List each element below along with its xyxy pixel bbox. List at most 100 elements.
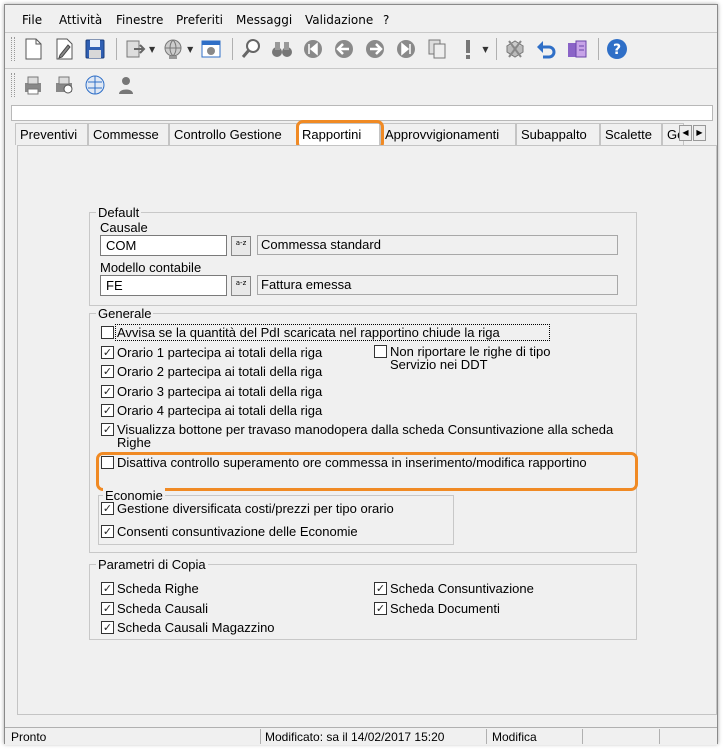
consenti-economie-label: Consenti consuntivazione delle Economie [117,524,358,539]
status-divider [486,729,487,744]
tab-preventivi[interactable]: Preventivi [15,123,88,145]
orario-2-label: Orario 2 partecipa ai totali della riga [117,364,323,379]
menu-help[interactable]: ? [383,13,389,27]
save-icon[interactable] [81,35,109,63]
network-icon[interactable] [81,71,109,99]
toolbar-grip[interactable] [11,73,15,97]
globe-icon[interactable] [159,35,187,63]
tab-commesse[interactable]: Commesse [88,123,169,145]
previous-record-icon[interactable] [330,35,358,63]
non-riportare-servizio-label: Non riportare le righe di tipo Servizio … [390,344,551,372]
avvisa-quantita-checkbox[interactable] [101,326,114,339]
binoculars-icon[interactable] [268,35,296,63]
delete-record-icon[interactable] [501,35,529,63]
status-bar: Pronto Modificato: sa il 14/02/2017 15:2… [5,727,717,745]
menu-messaggi[interactable]: Messaggi [236,13,292,27]
orario-1-label: Orario 1 partecipa ai totali della riga [117,345,323,360]
causale-field[interactable]: COM [100,235,227,256]
modello-contabile-label: Modello contabile [100,260,202,275]
main-window: File Attività Finestre Preferiti Messagg… [4,4,718,745]
status-divider [659,729,660,744]
toolbar-grip[interactable] [11,37,15,61]
edit-document-icon[interactable] [50,35,78,63]
first-record-icon[interactable] [299,35,327,63]
filter-icon[interactable] [563,35,591,63]
scheda-documenti-checkbox[interactable]: ✓ [374,602,387,615]
copy-record-icon[interactable] [423,35,451,63]
menu-attivita[interactable]: Attività [59,13,102,27]
scheda-consuntivazione-checkbox[interactable]: ✓ [374,582,387,595]
orario-4-label: Orario 4 partecipa ai totali della riga [117,403,323,418]
settings-window-icon[interactable] [197,35,225,63]
scheda-righe-label: Scheda Righe [117,581,199,596]
exclamation-icon[interactable] [454,35,482,63]
generale-group-title: Generale [96,306,154,321]
scheda-consuntivazione-label: Scheda Consuntivazione [390,581,534,596]
tab-scroll-left-icon[interactable]: ◀ [679,125,692,141]
address-strip [11,105,713,121]
scheda-documenti-label: Scheda Documenti [390,601,500,616]
orario-2-checkbox[interactable]: ✓ [101,365,114,378]
causale-label: Causale [100,220,148,235]
visualizza-travaso-checkbox[interactable]: ✓ [101,423,114,436]
tab-approvvigionamenti[interactable]: Approvvigionamenti [380,123,516,145]
consenti-economie-checkbox[interactable]: ✓ [101,525,114,538]
menu-file[interactable]: File [22,13,42,27]
chevron-down-icon[interactable]: ▼ [149,45,155,54]
modello-contabile-field[interactable]: FE [100,275,227,296]
scheda-causali-checkbox[interactable]: ✓ [101,602,114,615]
toolbar-separator [232,38,234,60]
status-divider [260,729,261,744]
scheda-causali-magazzino-checkbox[interactable]: ✓ [101,621,114,634]
menu-bar: File Attività Finestre Preferiti Messagg… [5,11,717,31]
parametri-copia-group-title: Parametri di Copia [96,557,208,572]
secondary-toolbar [11,70,143,100]
visualizza-travaso-label: Visualizza bottone per travaso manodoper… [117,422,614,450]
main-toolbar: ▼ ▼ ▼ ? [11,34,634,64]
scheda-causali-label: Scheda Causali [117,601,209,616]
user-icon[interactable] [112,71,140,99]
orario-3-checkbox[interactable]: ✓ [101,385,114,398]
orario-1-checkbox[interactable]: ✓ [101,346,114,359]
option-highlight-annotation [96,452,638,491]
menu-validazione[interactable]: Validazione [305,13,373,27]
tab-scalette[interactable]: Scalette [600,123,662,145]
export-icon[interactable] [121,35,149,63]
default-group-title: Default [96,205,142,220]
tab-subappalto[interactable]: Subappalto [516,123,600,145]
gestione-diversificata-checkbox[interactable]: ✓ [101,502,114,515]
svg-text:?: ? [613,42,621,58]
menu-finestre[interactable]: Finestre [116,13,163,27]
causale-lookup-icon[interactable]: a-z [231,236,251,256]
status-modified: Modificato: sa il 14/02/2017 15:20 [265,730,445,744]
orario-4-checkbox[interactable]: ✓ [101,404,114,417]
menu-preferiti[interactable]: Preferiti [176,13,223,27]
scheda-causali-magazzino-label: Scheda Causali Magazzino [117,620,275,635]
status-divider [582,729,583,744]
magnifier-icon[interactable] [237,35,265,63]
orario-3-label: Orario 3 partecipa ai totali della riga [117,384,323,399]
status-mode: Modifica [492,730,537,744]
chevron-down-icon[interactable]: ▼ [187,45,193,54]
help-icon[interactable]: ? [603,35,631,63]
menu-divider [5,32,717,33]
undo-icon[interactable] [532,35,560,63]
chevron-down-icon[interactable]: ▼ [482,45,488,54]
focus-indicator [115,324,550,341]
print-preview-icon[interactable] [50,71,78,99]
new-document-icon[interactable] [19,35,47,63]
next-record-icon[interactable] [361,35,389,63]
tab-scroll-right-icon[interactable]: ▶ [693,125,706,141]
status-state: Pronto [11,730,47,744]
toolbar-separator [496,38,498,60]
toolbar-separator [598,38,600,60]
last-record-icon[interactable] [392,35,420,63]
non-riportare-servizio-checkbox[interactable] [374,345,387,358]
scheda-righe-checkbox[interactable]: ✓ [101,582,114,595]
gestione-diversificata-label: Gestione diversificata costi/prezzi per … [117,501,394,516]
modello-lookup-icon[interactable]: a-z [231,276,251,296]
modello-contabile-description: Fattura emessa [257,275,618,295]
causale-description: Commessa standard [257,235,618,255]
tab-controllo-gestione[interactable]: Controllo Gestione [169,123,297,145]
printer-icon[interactable] [19,71,47,99]
